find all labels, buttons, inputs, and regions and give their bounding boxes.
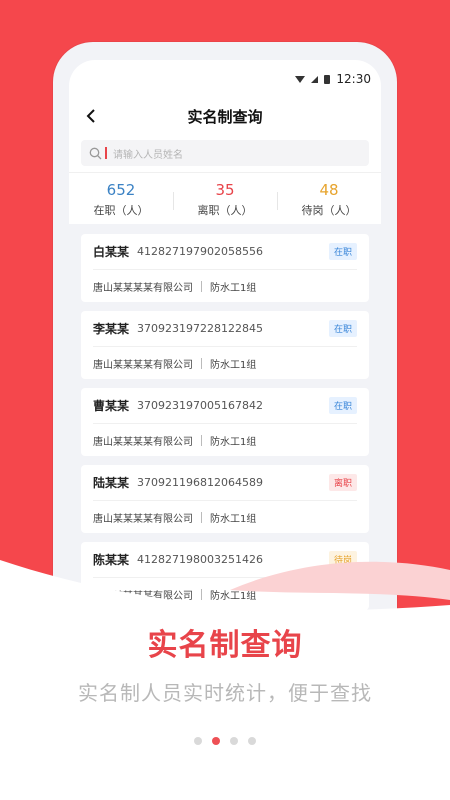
nav-bar: 实名制查询 bbox=[69, 98, 381, 134]
wifi-icon bbox=[295, 75, 306, 83]
stat-label: 在职（人） bbox=[93, 203, 149, 217]
divider bbox=[201, 434, 202, 446]
status-bar: 12:30 bbox=[69, 60, 381, 98]
stat-item[interactable]: 35 离职（人） bbox=[173, 180, 277, 218]
worker-team: 防水工1组 bbox=[210, 436, 257, 448]
status-badge: 离职 bbox=[328, 474, 357, 491]
worker-card[interactable]: 白某某 412827197902058556 在职唐山某某某某有限公司 防水工1组 bbox=[81, 234, 369, 302]
divider bbox=[201, 357, 202, 369]
stats-summary: 652 在职（人） 35 离职（人） 48 待岗（人） bbox=[69, 172, 381, 224]
worker-name: 白某某 bbox=[93, 245, 130, 259]
divider bbox=[201, 511, 202, 523]
worker-id-number: 370923197005167842 bbox=[137, 399, 263, 412]
worker-company: 唐山某某某某有限公司 bbox=[93, 436, 193, 448]
stat-value: 48 bbox=[319, 180, 339, 199]
worker-team: 防水工1组 bbox=[210, 359, 257, 371]
page-title: 实名制查询 bbox=[187, 107, 263, 126]
worker-id-number: 412827197902058556 bbox=[137, 245, 263, 258]
worker-company: 唐山某某某某有限公司 bbox=[93, 359, 193, 371]
battery-icon bbox=[324, 74, 331, 84]
worker-id-number: 370921196812064589 bbox=[137, 476, 263, 489]
page-dot[interactable] bbox=[230, 737, 238, 745]
search-icon bbox=[89, 147, 102, 159]
worker-name: 陆某某 bbox=[93, 476, 130, 490]
stat-item[interactable]: 652 在职（人） bbox=[69, 180, 173, 218]
worker-team: 防水工1组 bbox=[210, 513, 257, 525]
page-indicator bbox=[0, 737, 450, 745]
worker-list: 白某某 412827197902058556 在职 唐山某某某某有限公司 防水工1组 李某… bbox=[69, 224, 381, 610]
chevron-left-icon bbox=[86, 109, 95, 123]
worker-card[interactable]: 曹某某 370923197005167842 在职唐山某某某某有限公司 防水工1组 bbox=[81, 388, 369, 456]
worker-name: 曹某某 bbox=[93, 399, 130, 413]
worker-card[interactable]: 陆某某 370921196812064589 离职唐山某某某某有限公司 防水工1组 bbox=[81, 465, 369, 533]
status-time: 12:30 bbox=[336, 72, 371, 86]
back-button[interactable] bbox=[79, 104, 103, 128]
page-dot[interactable] bbox=[212, 737, 220, 745]
page-dot[interactable] bbox=[248, 737, 256, 745]
stat-value: 652 bbox=[106, 180, 136, 199]
signal-icon bbox=[311, 75, 319, 83]
stat-value: 35 bbox=[215, 180, 235, 199]
promo-headline: 实名制查询 bbox=[147, 628, 303, 663]
worker-team: 防水工1组 bbox=[210, 282, 257, 294]
search-bar: 请输入人员姓名 bbox=[69, 134, 381, 172]
page-dot[interactable] bbox=[194, 737, 202, 745]
stat-label: 待岗（人） bbox=[301, 203, 357, 217]
text-cursor bbox=[105, 147, 107, 159]
divider bbox=[201, 280, 202, 292]
worker-id-number: 370923197228122845 bbox=[137, 322, 263, 335]
promo-subline: 实名制人员实时统计，便于查找 bbox=[78, 681, 372, 705]
search-placeholder: 请输入人员姓名 bbox=[113, 149, 183, 161]
stat-item[interactable]: 48 待岗（人） bbox=[277, 180, 381, 218]
status-badge: 在职 bbox=[328, 397, 357, 414]
search-input[interactable]: 请输入人员姓名 bbox=[81, 140, 369, 166]
worker-name: 李某某 bbox=[93, 322, 130, 336]
worker-company: 唐山某某某某有限公司 bbox=[93, 282, 193, 294]
status-badge: 在职 bbox=[328, 243, 357, 260]
stat-label: 离职（人） bbox=[197, 203, 253, 217]
worker-company: 唐山某某某某有限公司 bbox=[93, 513, 193, 525]
status-badge: 在职 bbox=[328, 320, 357, 337]
worker-card[interactable]: 李某某 370923197228122845 在职唐山某某某某有限公司 防水工1组 bbox=[81, 311, 369, 379]
